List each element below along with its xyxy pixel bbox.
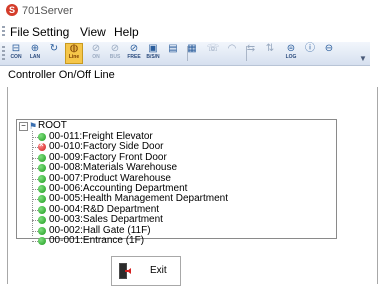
exit-button[interactable]: Exit [111,256,181,286]
refresh-icon: ↻ [49,43,59,54]
sort-button[interactable]: ⇅ [262,44,278,63]
menu-file[interactable]: File [10,25,29,39]
sort-icon: ⇅ [265,43,275,54]
menu-setting[interactable]: Setting [32,25,69,39]
online-status-icon [38,153,46,162]
list-button[interactable]: ▦ [184,44,200,63]
toolbar-button-label: BUS [109,54,121,60]
title-bar: S 701Server [0,0,388,22]
door-on-icon: ⊘ [91,43,101,54]
menu-bar: File Setting View Help [0,22,388,42]
log-icon: ⊜ [286,43,296,54]
online-status-icon [38,205,46,214]
exit-toolbar-button[interactable]: ⊖ [321,44,337,63]
phone-icon: ☏ [206,43,220,54]
free-icon: ⊘ [129,43,139,54]
info-button[interactable]: ⓘ [302,44,318,63]
online-status-icon [38,226,46,235]
panel-title: Controller On/Off Line [8,69,115,81]
toolbar-button-label: LAN [29,54,41,60]
toolbar-button-label: CON [10,54,22,60]
list-icon: ▦ [187,43,197,54]
controller-tree[interactable]: − ⚑ ROOT 00-011:Freight Elevator00-010:F… [16,119,337,246]
toolbar-button-label: LOG [285,54,297,60]
exit-button-label: Exit [150,265,167,276]
tree-collapse-icon[interactable]: − [19,122,28,131]
app-title: 701Server [22,5,73,17]
toolbar-overflow-chevron-icon[interactable]: ▼ [359,54,367,63]
menu-help[interactable]: Help [114,25,139,39]
online-status-icon [38,195,46,204]
transfer-button[interactable]: ⇆ [243,44,259,63]
exit-toolbar-icon: ⊖ [324,43,334,54]
free-button[interactable]: ⊘ FREE [126,44,142,63]
wifi-button[interactable]: ◠ [224,44,240,63]
toolbar-button-label: B/S/N [146,54,160,60]
card-icon: ▤ [168,43,178,54]
exit-door-icon [119,263,131,279]
toolbar-button-label: Line [68,54,80,60]
bus-button[interactable]: ⊘ BUS [107,44,123,63]
refresh-button[interactable]: ↻ [46,44,62,63]
controller-panel: − ⚑ ROOT 00-011:Freight Elevator00-010:F… [7,87,378,286]
card-button[interactable]: ▤ [165,44,181,63]
bsn-icon: ▣ [148,43,158,54]
menu-grip-handle[interactable] [2,26,5,38]
lan-icon: ⊕ [30,43,40,54]
network-root-icon: ⚑ [29,121,38,131]
online-status-icon [38,237,46,245]
toolbar-grip-handle[interactable] [2,46,5,61]
line-icon: ◍ [69,43,79,54]
online-status-icon [38,174,46,183]
phone-button[interactable]: ☏ [205,44,221,63]
info-icon: ⓘ [305,43,315,54]
connect-icon: ⊟ [11,43,21,54]
bus-icon: ⊘ [110,43,120,54]
log-button[interactable]: ⊜ LOG [283,44,299,63]
door-on-button[interactable]: ⊘ ON [88,44,104,63]
menu-view[interactable]: View [80,25,106,39]
online-status-icon [38,164,46,173]
toolbar-button-label: ON [92,54,100,60]
online-status-icon [38,185,46,193]
lan-button[interactable]: ⊕ LAN [27,44,43,63]
online-status-icon [38,216,46,225]
toolbar: ▼ ⊟ CON ⊕ LAN ↻ ◍ Line ⊘ ON ⊘ BUS ⊘ FREE ▣ B/S/N ▤ ▦ ☏ ◠ ⇆ ⇅… [0,42,370,66]
controller-name: 00-001:Entrance (1F) [49,235,145,246]
bsn-button[interactable]: ▣ B/S/N [145,44,161,63]
wifi-icon: ◠ [227,43,237,54]
line-button[interactable]: ◍ Line [65,43,83,64]
offline-status-icon [38,140,46,152]
transfer-icon: ⇆ [246,43,256,54]
app-logo-icon: S [6,4,18,16]
connect-button[interactable]: ⊟ CON [8,44,24,63]
toolbar-button-label: FREE [127,54,141,60]
